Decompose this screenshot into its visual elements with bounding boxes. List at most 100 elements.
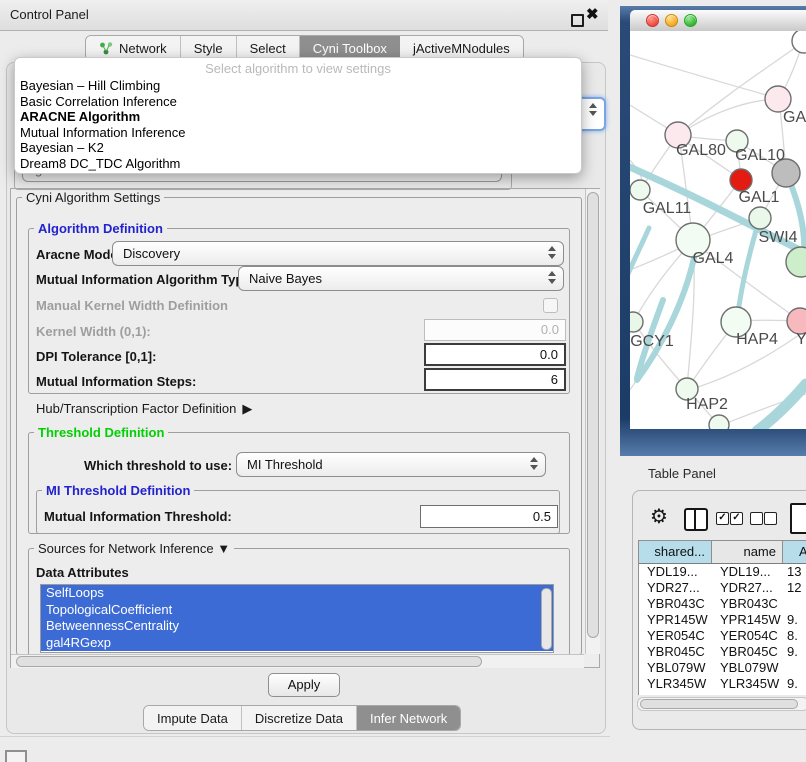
- dpi-tolerance-field[interactable]: 0.0: [424, 343, 566, 366]
- data-attributes-list: SelfLoopsTopologicalCoefficientBetweenne…: [40, 584, 554, 653]
- tab-label: Infer Network: [370, 711, 447, 726]
- tab-label: Discretize Data: [255, 711, 343, 726]
- node-label: GAL4: [693, 250, 734, 267]
- sources-title-text: Sources for Network Inference: [38, 541, 214, 556]
- combo-stepper-icon: [530, 457, 538, 470]
- kernel-width-field[interactable]: 0.0: [424, 319, 566, 341]
- attribute-list-item[interactable]: gal4RGexp: [41, 635, 553, 652]
- mi-algorithm-type-value: Naive Bayes: [249, 271, 322, 286]
- column-header-shared...[interactable]: shared...: [639, 541, 712, 563]
- control-panel-titlebar: Control Panel ✖: [0, 0, 608, 31]
- attribute-list-item[interactable]: BetweennessCentrality: [41, 618, 553, 635]
- control-panel-title: Control Panel: [10, 0, 89, 30]
- table-cell: 9: [783, 692, 806, 695]
- combo-stepper-icon: [548, 271, 556, 284]
- table-cell: YBR045C: [639, 644, 712, 660]
- minimize-traffic-light-icon[interactable]: [665, 14, 678, 27]
- export-table-icon[interactable]: [790, 503, 806, 534]
- mi-algorithm-type-combo[interactable]: Naive Bayes: [238, 266, 564, 291]
- network-node[interactable]: [630, 312, 643, 332]
- deselect-all-icon2[interactable]: [764, 512, 777, 525]
- table-row[interactable]: YLR345WYLR345W9.: [639, 676, 806, 692]
- network-node[interactable]: [792, 31, 806, 53]
- network-node[interactable]: [709, 415, 729, 429]
- close-traffic-light-icon[interactable]: [646, 14, 659, 27]
- table-hscrollbar-thumb[interactable]: [640, 699, 798, 709]
- attributes-list-scrollbar[interactable]: [541, 588, 552, 650]
- mi-threshold-field[interactable]: 0.5: [420, 505, 558, 528]
- float-window-icon[interactable]: [571, 14, 584, 27]
- kernel-width-label: Kernel Width (0,1):: [36, 324, 151, 339]
- column-header-name[interactable]: name: [712, 541, 783, 563]
- sources-group-title[interactable]: Sources for Network Inference ▼: [34, 541, 234, 556]
- algorithm-select-popup: Select algorithm to view settings Bayesi…: [14, 57, 582, 174]
- table-row[interactable]: YBL079WYBL079W: [639, 660, 806, 676]
- column-header-A[interactable]: A: [783, 541, 806, 563]
- settings-vscrollbar-thumb[interactable]: [587, 192, 599, 638]
- network-node[interactable]: [730, 169, 752, 191]
- table-cell: [783, 596, 806, 612]
- deselect-all-icon[interactable]: [750, 512, 763, 525]
- table-cell: 9.: [783, 676, 806, 692]
- algorithm-option[interactable]: Mutual Information Inference: [18, 125, 580, 140]
- tab-label: Style: [194, 41, 223, 56]
- settings-hscrollbar-thumb[interactable]: [16, 656, 482, 667]
- table-row[interactable]: YDL19...YDL19...13: [639, 564, 806, 580]
- network-canvas[interactable]: GALGAL80GAL10GAL11GAL1SWI4GAL4GCY1HAP4YH…: [630, 31, 806, 429]
- aracne-mode-combo[interactable]: Discovery: [112, 241, 564, 266]
- table-row[interactable]: YIL052CYIL052C9: [639, 692, 806, 695]
- algorithm-option[interactable]: Bayesian – Hill Climbing: [18, 78, 580, 93]
- minimized-window-icon[interactable]: [5, 750, 27, 762]
- network-edge: [678, 99, 778, 135]
- select-all-check-icon[interactable]: ✓: [716, 512, 729, 525]
- table-row[interactable]: YBR043CYBR043C: [639, 596, 806, 612]
- table-row[interactable]: YDR27...YDR27...12: [639, 580, 806, 596]
- panel-divider: [0, 736, 610, 737]
- node-label: SWI4: [758, 229, 797, 246]
- zoom-traffic-light-icon[interactable]: [684, 14, 697, 27]
- algorithm-option[interactable]: Bayesian – K2: [18, 140, 580, 155]
- table-row[interactable]: YPR145WYPR145W9.: [639, 612, 806, 628]
- table-row[interactable]: YBR045CYBR045C9.: [639, 644, 806, 660]
- aracne-mode-value: Discovery: [123, 246, 180, 261]
- apply-button[interactable]: Apply: [268, 673, 340, 697]
- show-columns-icon[interactable]: [684, 508, 708, 531]
- tab-impute-data[interactable]: Impute Data: [144, 706, 242, 730]
- which-threshold-combo[interactable]: MI Threshold: [236, 452, 546, 477]
- node-label: GAL80: [676, 142, 726, 159]
- algorithm-option[interactable]: Basic Correlation Inference: [18, 94, 580, 109]
- network-edge-highlighted: [757, 384, 806, 429]
- threshold-definition-title: Threshold Definition: [34, 425, 168, 440]
- dpi-tolerance-label: DPI Tolerance [0,1]:: [36, 349, 156, 364]
- cyni-algorithm-settings-title: Cyni Algorithm Settings: [22, 190, 164, 205]
- network-node[interactable]: [786, 247, 806, 277]
- attribute-list-item[interactable]: SelfLoops: [41, 585, 553, 602]
- tab-discretize-data[interactable]: Discretize Data: [242, 706, 357, 730]
- attribute-list-item[interactable]: TopologicalCoefficient: [41, 602, 553, 619]
- algorithm-option[interactable]: ARACNE Algorithm: [18, 109, 580, 124]
- network-node[interactable]: [630, 180, 650, 200]
- hub-definition-expander[interactable]: Hub/Transcription Factor Definition▶: [36, 401, 252, 417]
- network-window-titlebar[interactable]: [630, 10, 806, 31]
- combo-stepper-icon: [589, 103, 597, 116]
- manual-kernel-width-checkbox[interactable]: [543, 298, 558, 313]
- table-cell: 12: [783, 580, 806, 596]
- algorithm-option[interactable]: Dream8 DC_TDC Algorithm: [18, 156, 580, 171]
- network-node[interactable]: [749, 207, 771, 229]
- network-edge-highlighted: [637, 258, 694, 380]
- select-all-check-icon2[interactable]: ✓: [730, 512, 743, 525]
- table-cell: YPR145W: [639, 612, 712, 628]
- tab-infer-network[interactable]: Infer Network: [357, 706, 460, 730]
- network-edge-highlighted: [630, 228, 649, 274]
- table-cell: 8.: [783, 628, 806, 644]
- node-label: HAP2: [686, 396, 728, 413]
- table-cell: YDR27...: [712, 580, 783, 596]
- tab-label: Select: [250, 41, 286, 56]
- table-row[interactable]: YER054CYER054C8.: [639, 628, 806, 644]
- algorithm-definition-title: Algorithm Definition: [34, 221, 167, 236]
- gear-icon[interactable]: ⚙: [650, 504, 668, 529]
- table-header-row: shared...nameA: [639, 541, 806, 564]
- node-label: GAL11: [643, 200, 692, 217]
- mi-steps-field[interactable]: 6: [424, 368, 566, 391]
- close-icon[interactable]: ✖: [586, 3, 599, 27]
